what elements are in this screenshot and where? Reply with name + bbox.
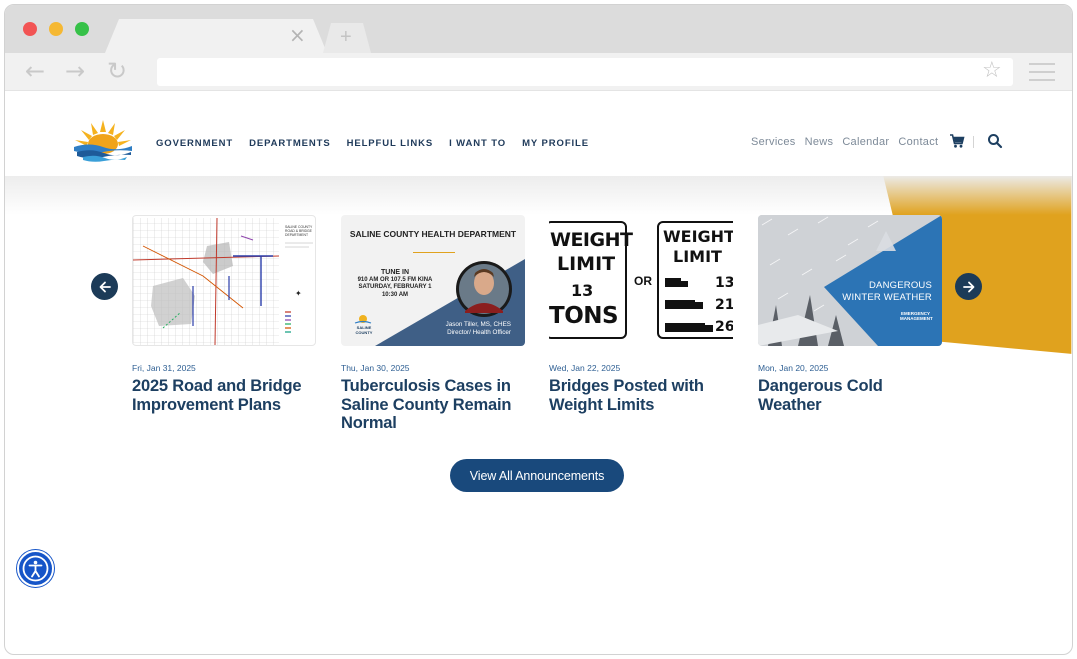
nav-helpful-links[interactable]: HELPFUL LINKS bbox=[347, 138, 433, 149]
card-date: Fri, Jan 31, 2025 bbox=[132, 363, 196, 373]
svg-text:DEPARTMENT: DEPARTMENT bbox=[285, 233, 308, 237]
person-role: Director/ Health Officer bbox=[447, 328, 511, 336]
time-label: 10:30 AM bbox=[381, 291, 409, 298]
card-date: Thu, Jan 30, 2025 bbox=[341, 363, 410, 373]
nav-i-want-to[interactable]: I WANT TO bbox=[449, 138, 506, 149]
emergency-badge: EMERGENCY MANAGEMENT bbox=[900, 311, 933, 321]
tune-in-label: TUNE IN bbox=[381, 269, 409, 276]
banner-line2: WINTER WEATHER bbox=[842, 292, 932, 303]
winter-weather-image: DANGEROUS WINTER WEATHER EMERGENCY MANAG… bbox=[758, 215, 942, 346]
sign-a-line4: TONS bbox=[549, 303, 619, 329]
reload-icon[interactable]: ↻ bbox=[107, 59, 127, 83]
sign-a-line1: WEIGHT bbox=[550, 229, 633, 251]
util-news[interactable]: News bbox=[805, 136, 834, 148]
card-title[interactable]: Bridges Posted with Weight Limits bbox=[549, 377, 733, 414]
weight-sign-b: WEIGHT LIMIT 13 21 26 bbox=[657, 221, 733, 339]
county-logo[interactable] bbox=[71, 118, 135, 162]
nav-my-profile[interactable]: MY PROFILE bbox=[522, 138, 589, 149]
svg-text:✦: ✦ bbox=[295, 289, 302, 298]
star-icon[interactable]: ☆ bbox=[982, 58, 1002, 83]
announcement-card[interactable]: SALINE COUNTY HEALTH DEPARTMENT TUNE IN … bbox=[341, 215, 525, 433]
announcement-card[interactable]: DANGEROUS WINTER WEATHER EMERGENCY MANAG… bbox=[758, 215, 942, 414]
person-name: Jason Tiller, MS, CHES bbox=[445, 321, 511, 328]
tab-close-icon[interactable]: × bbox=[289, 25, 306, 45]
menu-icon[interactable] bbox=[1029, 63, 1055, 81]
image-banner: DANGEROUS WINTER WEATHER bbox=[842, 280, 932, 304]
accessibility-icon bbox=[22, 555, 49, 582]
sign-or-label: OR bbox=[634, 274, 652, 288]
truck-icons bbox=[665, 278, 713, 332]
header-shadow bbox=[5, 175, 1072, 215]
card-title[interactable]: 2025 Road and Bridge Improvement Plans bbox=[132, 377, 316, 414]
cart-icon[interactable] bbox=[949, 133, 965, 149]
nav-government[interactable]: GOVERNMENT bbox=[156, 138, 233, 149]
image-divider bbox=[413, 252, 455, 253]
weight-sign-a: WEIGHT LIMIT 13 TONS bbox=[549, 221, 633, 339]
util-services[interactable]: Services bbox=[751, 136, 796, 148]
address-bar[interactable] bbox=[157, 58, 1013, 86]
minimize-window-button[interactable] bbox=[49, 22, 63, 36]
image-person: Jason Tiller, MS, CHES Director/ Health … bbox=[446, 321, 511, 336]
arrow-left-icon bbox=[99, 281, 111, 292]
sign-b-value2: 21 bbox=[715, 297, 733, 313]
image-tune-in: TUNE IN 910 AM OR 107.5 FM KINA SATURDAY… bbox=[345, 269, 445, 299]
announcement-card[interactable]: SALINE COUNTY ROAD & BRIDGE DEPARTMENT ✦… bbox=[132, 215, 316, 414]
browser-window: × + ← → ↻ ☆ GOVERNMENT DEPARTMENTS HELPF… bbox=[4, 4, 1073, 655]
header-divider bbox=[973, 136, 974, 148]
sign-b-line1: WEIGHT bbox=[663, 227, 733, 246]
image-heading: SALINE COUNTY HEALTH DEPARTMENT bbox=[349, 229, 517, 239]
carousel-prev-button[interactable] bbox=[91, 273, 118, 300]
util-contact[interactable]: Contact bbox=[898, 136, 938, 148]
carousel-next-button[interactable] bbox=[955, 273, 982, 300]
close-window-button[interactable] bbox=[23, 22, 37, 36]
road-map-image: SALINE COUNTY ROAD & BRIDGE DEPARTMENT ✦ bbox=[132, 215, 316, 346]
sign-b-line2: LIMIT bbox=[673, 247, 722, 266]
nav-departments[interactable]: DEPARTMENTS bbox=[249, 138, 331, 149]
sign-b-value3: 26 bbox=[715, 319, 733, 335]
station-label: 910 AM OR 107.5 FM KINA bbox=[357, 276, 433, 283]
search-icon[interactable] bbox=[987, 133, 1003, 149]
card-date: Wed, Jan 22, 2025 bbox=[549, 363, 621, 373]
card-title[interactable]: Dangerous Cold Weather bbox=[758, 377, 942, 414]
sign-b-value1: 13 bbox=[715, 275, 733, 291]
view-all-announcements-button[interactable]: View All Announcements bbox=[450, 459, 624, 492]
arrow-right-icon bbox=[962, 281, 974, 292]
back-arrow-icon[interactable]: ← bbox=[25, 59, 45, 83]
utility-navigation: Services News Calendar Contact bbox=[751, 136, 938, 148]
sign-a-line3: 13 bbox=[571, 281, 594, 300]
sign-a-line2: LIMIT bbox=[557, 253, 616, 275]
card-date: Mon, Jan 20, 2025 bbox=[758, 363, 829, 373]
announcement-card[interactable]: WEIGHT LIMIT 13 TONS OR WEIGHT LIMIT 13 … bbox=[549, 215, 733, 414]
util-calendar[interactable]: Calendar bbox=[842, 136, 889, 148]
maximize-window-button[interactable] bbox=[75, 22, 89, 36]
accessibility-button[interactable] bbox=[17, 550, 54, 587]
main-navigation: GOVERNMENT DEPARTMENTS HELPFUL LINKS I W… bbox=[156, 138, 589, 149]
plus-icon: + bbox=[340, 26, 352, 48]
weight-limit-signs-image: WEIGHT LIMIT 13 TONS OR WEIGHT LIMIT 13 … bbox=[549, 215, 733, 346]
banner-line1: DANGEROUS bbox=[868, 280, 932, 291]
site-header: GOVERNMENT DEPARTMENTS HELPFUL LINKS I W… bbox=[5, 92, 1072, 176]
day-label: SATURDAY, FEBRUARY 1 bbox=[358, 284, 432, 290]
health-logo-text: SALINE COUNTY bbox=[355, 325, 373, 335]
forward-arrow-icon[interactable]: → bbox=[65, 59, 85, 83]
card-title[interactable]: Tuberculosis Cases in Saline County Rema… bbox=[341, 377, 525, 433]
health-department-image: SALINE COUNTY HEALTH DEPARTMENT TUNE IN … bbox=[341, 215, 525, 346]
